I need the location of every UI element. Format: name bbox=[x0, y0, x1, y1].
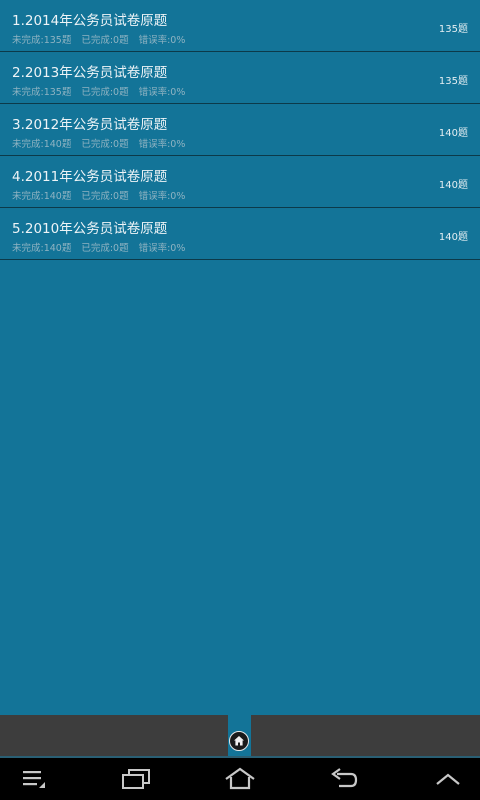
exam-list-item[interactable]: 2.2013年公务员试卷原题 未完成:135题 已完成:0题 错误率:0% 135题 bbox=[0, 52, 480, 104]
question-count: 135题 bbox=[438, 24, 468, 35]
exam-title: 2.2013年公务员试卷原题 bbox=[12, 65, 168, 81]
exam-list-item[interactable]: 4.2011年公务员试卷原题 未完成:140题 已完成:0题 错误率:0% 140题 bbox=[0, 156, 480, 208]
exam-list-item[interactable]: 3.2012年公务员试卷原题 未完成:140题 已完成:0题 错误率:0% 140题 bbox=[0, 104, 480, 156]
exam-stats: 未完成:140题 已完成:0题 错误率:0% bbox=[12, 136, 195, 150]
home-icon bbox=[234, 736, 244, 746]
incomplete-count: 未完成:140题 bbox=[12, 139, 72, 150]
app-screen: 1.2014年公务员试卷原题 未完成:135题 已完成:0题 错误率:0% 135题… bbox=[0, 0, 480, 800]
exam-list-item[interactable]: 1.2014年公务员试卷原题 未完成:135题 已完成:0题 错误率:0% 135题 bbox=[0, 0, 480, 52]
question-count: 140题 bbox=[438, 232, 468, 243]
error-rate: 错误率:0% bbox=[138, 243, 186, 254]
exam-stats: 未完成:135题 已完成:0题 错误率:0% bbox=[12, 32, 195, 46]
question-count: 140题 bbox=[438, 128, 468, 139]
error-rate: 错误率:0% bbox=[138, 139, 186, 150]
exam-title: 3.2012年公务员试卷原题 bbox=[12, 117, 168, 133]
exam-list-item[interactable]: 5.2010年公务员试卷原题 未完成:140题 已完成:0题 错误率:0% 140题 bbox=[0, 208, 480, 260]
nav-home-icon bbox=[225, 767, 255, 790]
menu-button[interactable] bbox=[12, 758, 56, 800]
chevron-up-icon bbox=[436, 773, 460, 785]
nav-home-button[interactable] bbox=[216, 758, 264, 800]
error-rate: 错误率:0% bbox=[138, 87, 186, 98]
recent-apps-button[interactable] bbox=[112, 758, 160, 800]
back-button[interactable] bbox=[320, 758, 368, 800]
incomplete-count: 未完成:140题 bbox=[12, 191, 72, 202]
error-rate: 错误率:0% bbox=[138, 191, 186, 202]
exam-title: 4.2011年公务员试卷原题 bbox=[12, 169, 168, 185]
exam-title: 5.2010年公务员试卷原题 bbox=[12, 221, 168, 237]
completed-count: 已完成:0题 bbox=[81, 35, 129, 46]
completed-count: 已完成:0题 bbox=[81, 191, 129, 202]
incomplete-count: 未完成:140题 bbox=[12, 243, 72, 254]
completed-count: 已完成:0题 bbox=[81, 243, 129, 254]
recent-apps-icon bbox=[122, 769, 150, 789]
error-rate: 错误率:0% bbox=[138, 35, 186, 46]
question-count: 135题 bbox=[438, 76, 468, 87]
exam-stats: 未完成:135题 已完成:0题 错误率:0% bbox=[12, 84, 195, 98]
exam-list: 1.2014年公务员试卷原题 未完成:135题 已完成:0题 错误率:0% 135题… bbox=[0, 0, 480, 260]
question-count: 140题 bbox=[438, 180, 468, 191]
incomplete-count: 未完成:135题 bbox=[12, 35, 72, 46]
completed-count: 已完成:0题 bbox=[81, 87, 129, 98]
home-button[interactable] bbox=[229, 731, 249, 751]
completed-count: 已完成:0题 bbox=[81, 139, 129, 150]
menu-icon bbox=[23, 771, 45, 788]
system-nav-bar bbox=[0, 758, 480, 800]
back-icon bbox=[331, 768, 358, 788]
exam-title: 1.2014年公务员试卷原题 bbox=[12, 13, 168, 29]
collapse-button[interactable] bbox=[424, 758, 472, 800]
exam-stats: 未完成:140题 已完成:0题 错误率:0% bbox=[12, 188, 195, 202]
incomplete-count: 未完成:135题 bbox=[12, 87, 72, 98]
exam-stats: 未完成:140题 已完成:0题 错误率:0% bbox=[12, 240, 195, 254]
